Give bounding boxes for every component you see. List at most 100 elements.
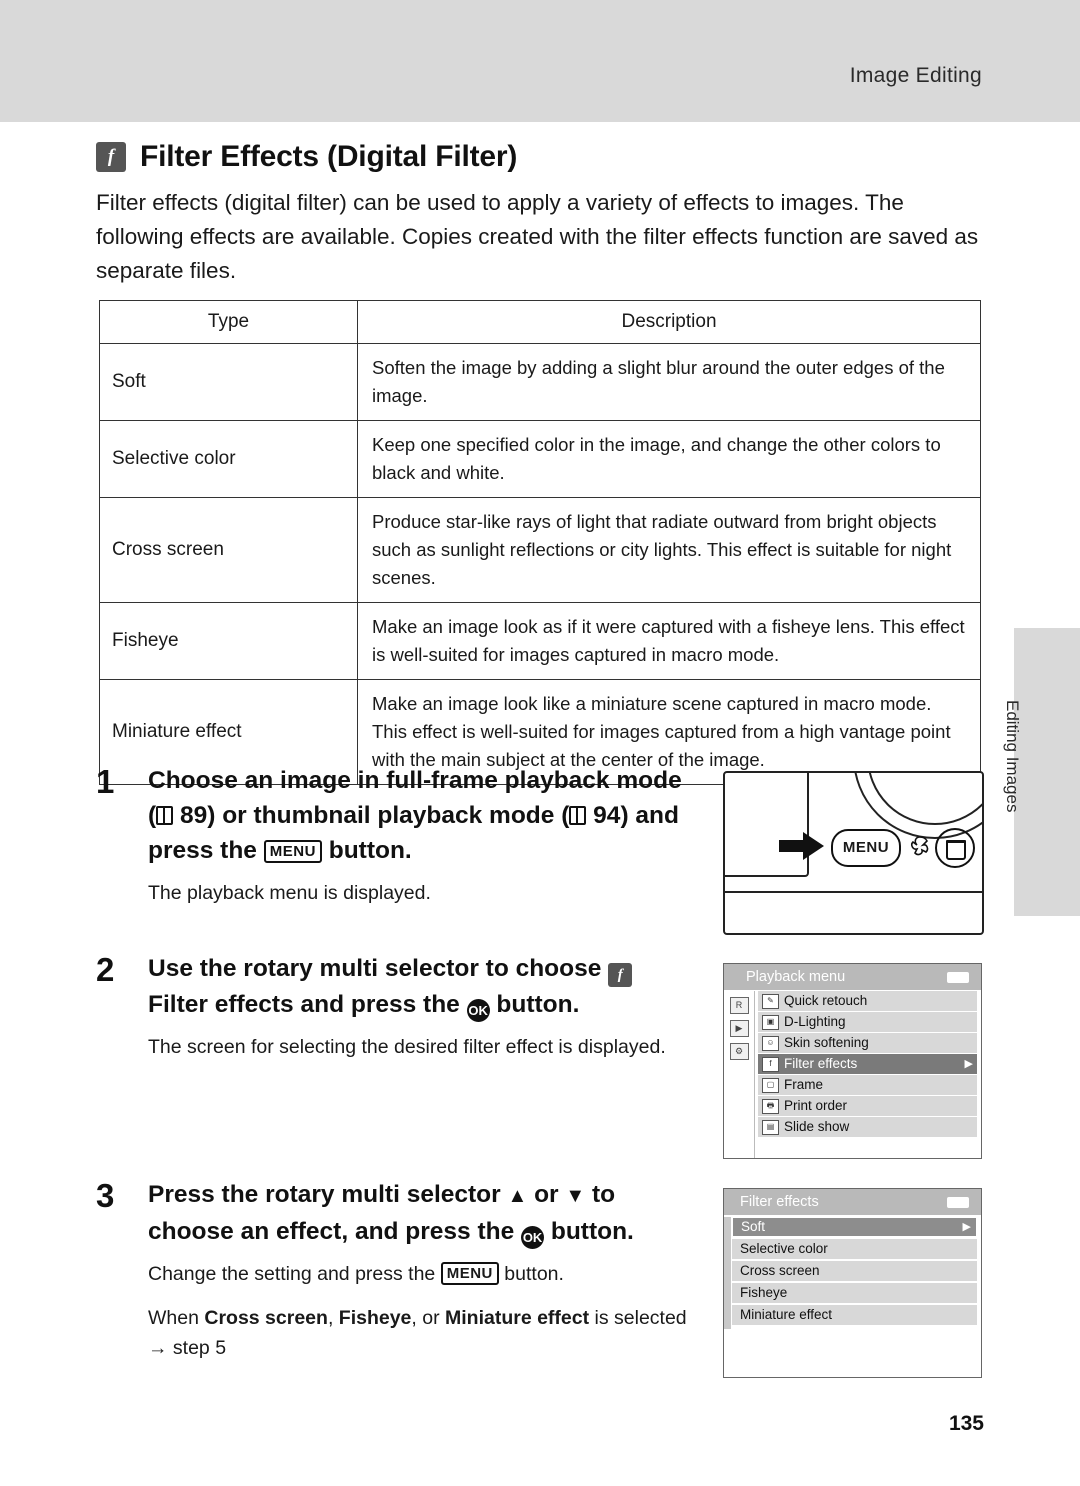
lcd-filter-effects: Filter effects Soft ▶ Selective color Cr…	[723, 1188, 982, 1378]
lcd-filter-effects-title: Filter effects	[724, 1189, 981, 1215]
tab-playback-icon: ▶	[729, 1020, 749, 1037]
lcd-filter-item-label: Miniature effect	[740, 1307, 833, 1322]
lcd-menu-item-frame[interactable]: ▢ Frame	[758, 1075, 977, 1095]
page-title-text: Filter Effects (Digital Filter)	[140, 140, 518, 173]
down-arrow-icon: ▼	[565, 1185, 586, 1207]
camera-menu-button: MENU	[831, 829, 901, 867]
page-header-band	[0, 0, 1080, 122]
step-1-title: Choose an image in full-frame playback m…	[148, 763, 696, 868]
lcd-filter-item-miniature-effect[interactable]: Miniature effect	[732, 1305, 977, 1325]
print-icon: 🖶	[762, 1098, 779, 1114]
running-title: Image Editing	[849, 64, 982, 87]
table-header-type: Type	[99, 300, 358, 344]
chevron-right-icon: ▶	[962, 1221, 971, 1233]
step-1-body: The playback menu is displayed.	[148, 882, 431, 904]
step-3-body-1: Change the setting and press the MENU bu…	[148, 1259, 696, 1289]
step-2-title-bold: Filter effects	[148, 991, 294, 1018]
camera-monitor-outline	[725, 773, 809, 877]
step-1: 1 Choose an image in full-frame playback…	[96, 763, 696, 908]
step-3-body2-end: step 5	[167, 1337, 227, 1359]
d-lighting-icon: ▣	[762, 1014, 779, 1030]
lcd-filter-item-soft[interactable]: Soft ▶	[732, 1217, 977, 1237]
table-cell-type: Selective color	[99, 420, 358, 498]
lcd-filter-item-label: Selective color	[740, 1241, 828, 1256]
step-1-ref1: 89	[179, 802, 208, 829]
lcd-playback-menu-title: Playback menu	[724, 964, 981, 990]
table-cell-type: Fisheye	[99, 602, 358, 680]
step-2-title: Use the rotary multi selector to choose …	[148, 951, 696, 1022]
page-title: f Filter Effects (Digital Filter)	[96, 140, 517, 174]
lcd-menu-item-label: Print order	[784, 1098, 848, 1113]
macro-flower-icon	[910, 836, 929, 856]
step-2-title-a: Use the rotary multi selector to choose	[148, 955, 609, 982]
step-3-body2-suffix: is selected	[589, 1307, 687, 1329]
step-2-number: 2	[96, 951, 115, 988]
step-3-number: 3	[96, 1177, 115, 1214]
step-3-body2-bold-2: Fisheye	[338, 1307, 412, 1329]
lcd-menu-item-skin-softening[interactable]: ☺ Skin softening	[758, 1033, 977, 1053]
camera-back-illustration: MENU	[723, 771, 984, 935]
reference-book-icon	[569, 806, 587, 825]
step-2-title-c: button.	[489, 991, 580, 1018]
lcd-menu-item-label: Filter effects	[784, 1056, 858, 1071]
intro-paragraph: Filter effects (digital filter) can be u…	[96, 190, 979, 283]
lcd-menu-item-label: D-Lighting	[784, 1014, 846, 1029]
filter-icon: f	[762, 1056, 779, 1072]
ok-button-key: OK	[466, 999, 490, 1022]
lcd-menu-item-label: Frame	[784, 1077, 824, 1092]
lcd-menu-item-label: Skin softening	[784, 1035, 869, 1050]
table-cell-description: Make an image look as if it were capture…	[357, 602, 981, 680]
lcd-menu-item-filter-effects[interactable]: f Filter effects ▶	[758, 1054, 977, 1074]
lcd-filter-effects-left-stub	[724, 1217, 731, 1329]
slideshow-icon: ▤	[762, 1119, 779, 1135]
menu-button-key: MENU	[263, 840, 322, 863]
step-3-title: Press the rotary multi selector ▲ or ▼ t…	[148, 1177, 696, 1249]
battery-icon	[947, 1197, 969, 1208]
step-2-title-b: and press the	[293, 991, 467, 1018]
skin-icon: ☺	[762, 1035, 779, 1051]
table-row: Fisheye Make an image look as if it were…	[99, 602, 981, 680]
lcd-menu-item-d-lighting[interactable]: ▣ D-Lighting	[758, 1012, 977, 1032]
trash-icon	[935, 828, 975, 868]
table-cell-type: Cross screen	[99, 497, 358, 603]
step-3-title-c: button.	[544, 1218, 634, 1245]
chevron-right-icon: ▶	[964, 1058, 973, 1070]
step-3: 3 Press the rotary multi selector ▲ or ▼…	[96, 1177, 696, 1363]
section-side-tab	[1014, 628, 1080, 916]
step-2: 2 Use the rotary multi selector to choos…	[96, 951, 696, 1062]
menu-button-key: MENU	[440, 1262, 499, 1285]
lcd-filter-effects-body: Soft ▶ Selective color Cross screen Fish…	[724, 1217, 981, 1377]
table-row: Cross screen Produce star-like rays of l…	[99, 497, 981, 603]
right-arrow-icon: →	[148, 1337, 168, 1359]
lcd-menu-item-slide-show[interactable]: ▤ Slide show	[758, 1117, 977, 1137]
lcd-menu-item-quick-retouch[interactable]: ✎ Quick retouch	[758, 991, 977, 1011]
table-row: Selective color Keep one specified color…	[99, 420, 981, 498]
lcd-playback-menu: Playback menu R ▶ ⚙ ✎ Quick retouch ▣ D-…	[723, 963, 982, 1159]
table-row: Soft Soften the image by adding a slight…	[99, 343, 981, 421]
lcd-filter-item-label: Soft	[741, 1219, 766, 1234]
step-1-title-b: ) or thumbnail playback mode (	[207, 802, 570, 829]
tab-rec-icon: R	[729, 997, 749, 1014]
step-3-body1-b: button.	[498, 1263, 564, 1285]
lcd-playback-menu-title-text: Playback menu	[746, 969, 846, 985]
lcd-filter-item-fisheye[interactable]: Fisheye	[732, 1283, 977, 1303]
table-cell-description: Produce star-like rays of light that rad…	[357, 497, 981, 603]
step-3-body2-bold-3: Miniature effect	[445, 1307, 590, 1329]
lcd-filter-item-selective-color[interactable]: Selective color	[732, 1239, 977, 1259]
frame-icon: ▢	[762, 1077, 779, 1093]
reference-book-icon	[156, 806, 174, 825]
step-2-body: The screen for selecting the desired fil…	[148, 1036, 666, 1058]
lcd-tab-column: R ▶ ⚙	[724, 991, 755, 1158]
lcd-filter-item-label: Cross screen	[740, 1263, 820, 1278]
lcd-filter-effects-title-text: Filter effects	[740, 1194, 819, 1210]
step-3-body-2: When Cross screen, Fisheye, or Miniature…	[148, 1303, 696, 1363]
lcd-menu-item-label: Slide show	[784, 1119, 850, 1134]
lcd-menu-item-print-order[interactable]: 🖶 Print order	[758, 1096, 977, 1116]
step-3-body2-prefix: When	[148, 1307, 205, 1329]
step-1-title-d: button.	[321, 837, 412, 864]
ok-button-key: OK	[521, 1226, 545, 1249]
lcd-menu-item-label: Quick retouch	[784, 993, 868, 1008]
lcd-filter-item-cross-screen[interactable]: Cross screen	[732, 1261, 977, 1281]
step-3-title-or: or	[527, 1181, 566, 1208]
step-3-body2-sep-1: ,	[327, 1307, 339, 1329]
